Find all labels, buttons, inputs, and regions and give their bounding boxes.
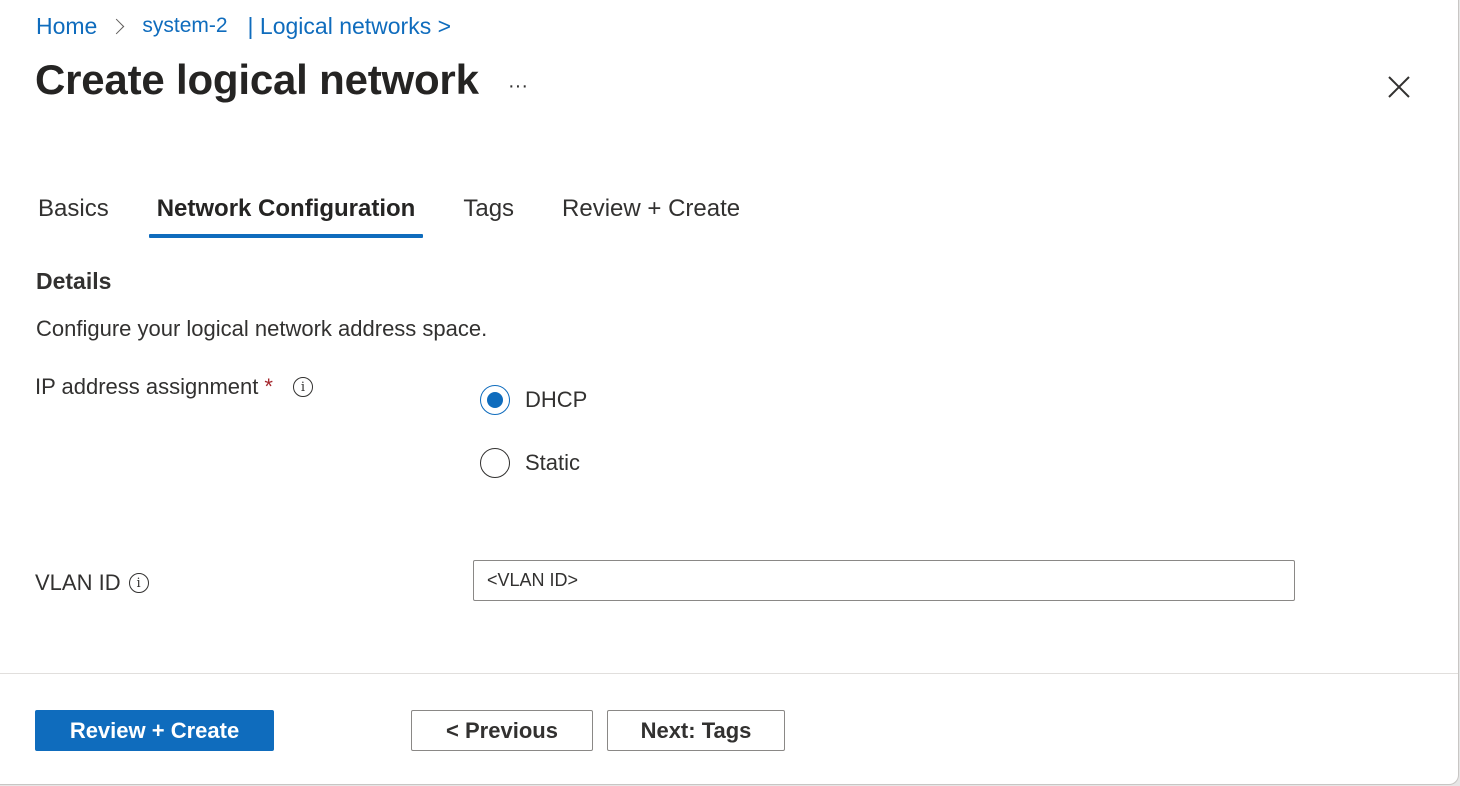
- chevron-right-icon: [109, 18, 125, 34]
- radio-label-dhcp: DHCP: [525, 387, 588, 412]
- radio-static[interactable]: Static: [480, 448, 580, 478]
- tab-tags[interactable]: Tags: [455, 186, 522, 232]
- breadcrumb: Home system-2 | Logical networks >: [36, 10, 451, 42]
- tab-list: Basics Network Configuration Tags Review…: [30, 186, 780, 238]
- ip-assignment-label: IP address assignment: [35, 374, 259, 399]
- vlan-id-label: VLAN ID: [35, 570, 121, 595]
- info-icon[interactable]: i: [128, 573, 149, 593]
- radio-button-unselected[interactable]: [480, 448, 510, 478]
- ellipsis-icon: ···: [508, 74, 528, 97]
- radio-label-static: Static: [525, 450, 581, 475]
- vlan-id-label-group: VLAN ID i: [35, 570, 149, 596]
- vlan-id-input[interactable]: [473, 560, 1295, 601]
- breadcrumb-logical-networks[interactable]: | Logical networks >: [248, 13, 452, 40]
- next-tags-button[interactable]: Next: Tags: [607, 710, 785, 751]
- previous-button[interactable]: < Previous: [411, 710, 593, 751]
- tab-basics[interactable]: Basics: [30, 186, 117, 232]
- close-icon: [1388, 76, 1410, 98]
- radio-dhcp[interactable]: DHCP: [480, 385, 587, 415]
- required-asterisk: *: [264, 374, 273, 399]
- breadcrumb-system[interactable]: system-2: [142, 14, 227, 38]
- review-create-button[interactable]: Review + Create: [35, 710, 274, 751]
- radio-button-selected[interactable]: [480, 385, 510, 415]
- ip-assignment-label-group: IP address assignment * i: [35, 374, 313, 400]
- details-description: Configure your logical network address s…: [36, 316, 488, 341]
- more-options-button[interactable]: ···: [500, 68, 536, 104]
- footer-divider: [0, 673, 1458, 674]
- tab-review-create[interactable]: Review + Create: [554, 186, 748, 232]
- breadcrumb-home[interactable]: Home: [36, 13, 97, 40]
- tab-network-configuration[interactable]: Network Configuration: [148, 186, 424, 238]
- create-logical-network-panel: Home system-2 | Logical networks > Creat…: [0, 0, 1459, 785]
- page-title: Create logical network: [35, 56, 479, 103]
- details-heading: Details: [36, 268, 112, 294]
- close-button[interactable]: [1378, 66, 1420, 108]
- info-icon[interactable]: i: [292, 377, 313, 397]
